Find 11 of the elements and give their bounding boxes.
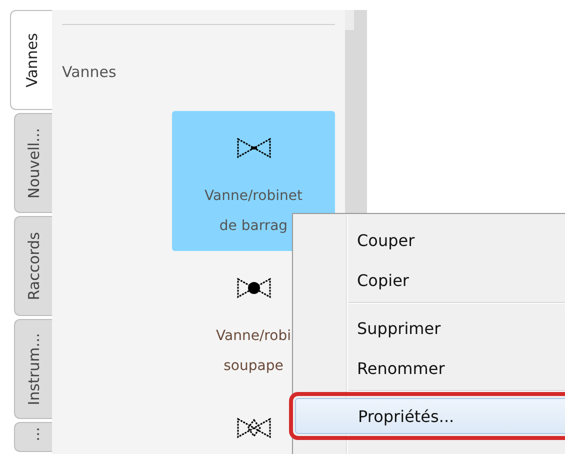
side-tab[interactable]: Nouvell... bbox=[14, 113, 52, 213]
side-tab[interactable]: Raccords bbox=[14, 216, 52, 316]
section-heading: Vannes bbox=[62, 63, 118, 81]
palette-item[interactable]: Vanne/robinet de barrag bbox=[172, 111, 335, 251]
scrollbar-thumb[interactable] bbox=[345, 10, 354, 30]
side-tab[interactable]: Vannes bbox=[10, 10, 52, 110]
side-tab[interactable]: Instrum... bbox=[14, 319, 52, 419]
valve-icon bbox=[236, 417, 272, 439]
valve-icon bbox=[236, 137, 272, 159]
valve-icon bbox=[236, 277, 272, 299]
side-tab[interactable]: ... bbox=[14, 422, 52, 452]
